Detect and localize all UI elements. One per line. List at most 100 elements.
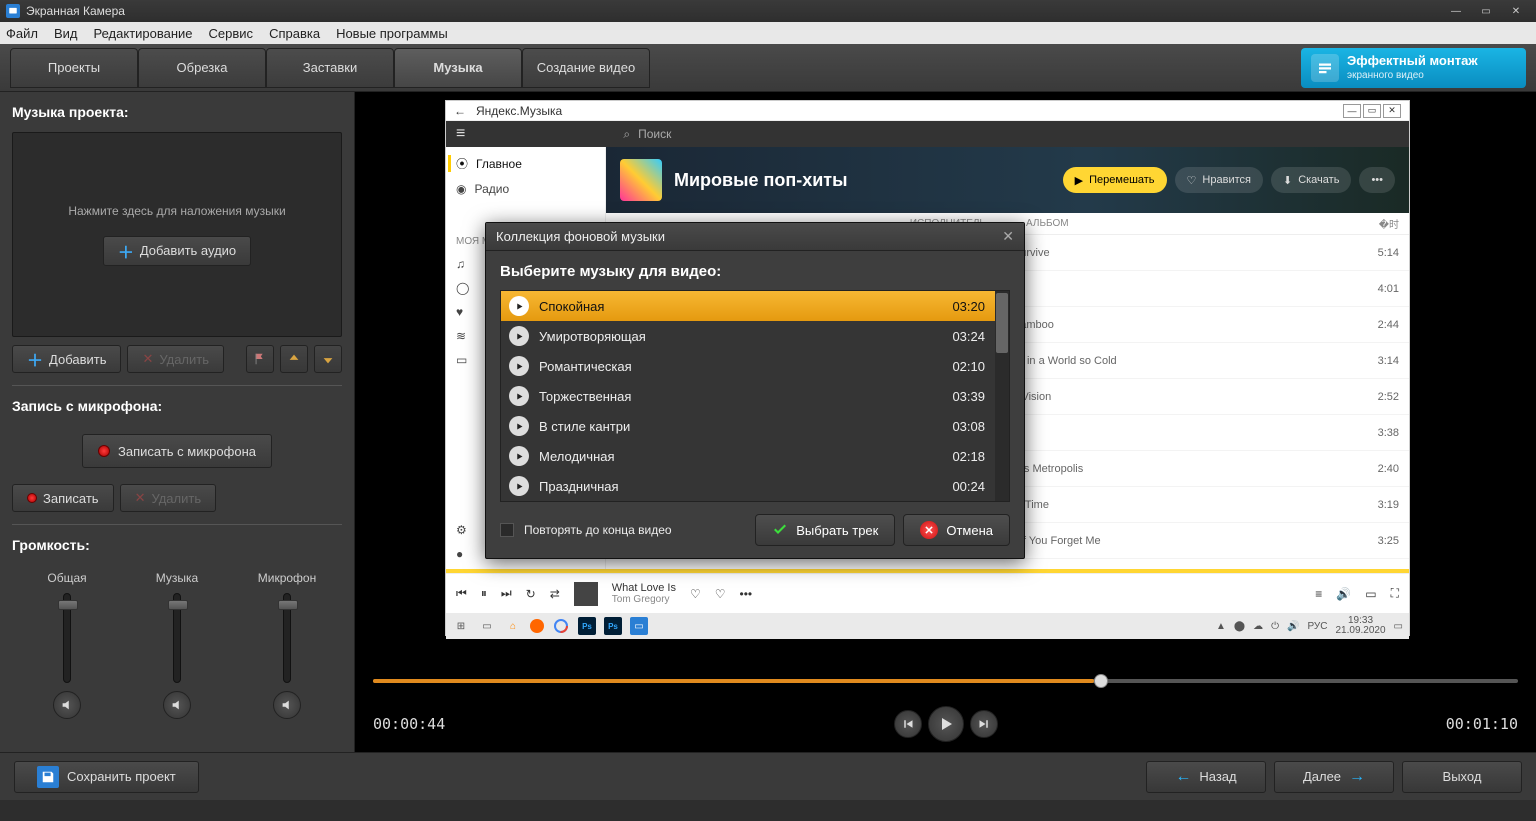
track-item[interactable]: Праздничная00:24	[501, 471, 1009, 501]
move-down-button[interactable]	[314, 345, 342, 373]
slider-mic[interactable]	[283, 593, 291, 683]
record-icon	[27, 493, 37, 503]
track-item[interactable]: Умиротворяющая03:24	[501, 321, 1009, 351]
add-button[interactable]: ＋Добавить	[12, 345, 121, 373]
window-title: Экранная Камера	[26, 4, 125, 18]
slider-label-music: Музыка	[156, 571, 198, 585]
menu-view[interactable]: Вид	[54, 26, 78, 41]
now-cover	[574, 582, 598, 606]
dialog-close-button[interactable]: ✕	[1002, 228, 1014, 245]
shuffle-pill: ▶ Перемешать	[1063, 167, 1167, 193]
timeline-thumb[interactable]	[1094, 674, 1108, 688]
menu-file[interactable]: Файл	[6, 26, 38, 41]
arrow-left-icon: ←	[1175, 768, 1191, 786]
playlist-title: Мировые поп-хиты	[674, 170, 848, 191]
next-button[interactable]	[970, 710, 998, 738]
menu-help[interactable]: Справка	[269, 26, 320, 41]
prev-icon: ⏮	[456, 586, 467, 601]
exit-button[interactable]: Выход	[1402, 761, 1522, 793]
music-dropzone[interactable]: Нажмите здесь для наложения музыки ＋ Доб…	[12, 132, 342, 337]
yx-close: ✕	[1383, 104, 1401, 118]
dropzone-hint: Нажмите здесь для наложения музыки	[68, 204, 285, 218]
play-icon[interactable]	[509, 326, 529, 346]
yx-min: —	[1343, 104, 1361, 118]
track-item[interactable]: В стиле кантри03:08	[501, 411, 1009, 441]
delete-recording-button[interactable]: ✕Удалить	[120, 484, 217, 512]
search-icon: ⌕	[623, 127, 630, 142]
dialog-title: Коллекция фоновой музыки	[496, 229, 665, 244]
download-pill: ⬇ Скачать	[1271, 167, 1351, 193]
track-item[interactable]: Романтическая02:10	[501, 351, 1009, 381]
tab-music[interactable]: Музыка	[394, 48, 522, 88]
cancel-button[interactable]: Отмена	[903, 514, 1010, 546]
yandex-app-title: Яндекс.Музыка	[476, 104, 562, 118]
play-icon[interactable]	[509, 386, 529, 406]
menu-edit[interactable]: Редактирование	[94, 26, 193, 41]
tab-intros[interactable]: Заставки	[266, 48, 394, 88]
select-track-button[interactable]: Выбрать трек	[755, 514, 895, 546]
track-item[interactable]: Спокойная03:20	[501, 291, 1009, 321]
maximize-button[interactable]: ▭	[1472, 3, 1500, 19]
promo-title: Эффектный монтаж	[1347, 54, 1478, 67]
music-collection-dialog: Коллекция фоновой музыки ✕ Выберите музык…	[485, 222, 1025, 559]
more-pill: •••	[1359, 167, 1395, 193]
save-icon	[37, 766, 59, 788]
track-item[interactable]: Мелодичная02:18	[501, 441, 1009, 471]
dialog-heading: Выберите музыку для видео:	[500, 263, 1010, 280]
play-icon[interactable]	[509, 476, 529, 496]
arrow-right-icon: →	[1349, 768, 1365, 786]
menu-service[interactable]: Сервис	[209, 26, 254, 41]
mute-master-button[interactable]	[53, 691, 81, 719]
slider-master[interactable]	[63, 593, 71, 683]
yx-nav-radio: ◉Радио	[456, 182, 595, 196]
time-current: 00:00:44	[373, 715, 445, 733]
record-button[interactable]: Записать	[12, 484, 114, 512]
now-artist: Tom Gregory	[612, 594, 676, 605]
play-icon[interactable]	[509, 356, 529, 376]
shuffle-icon: ⇄	[550, 587, 560, 601]
slider-music[interactable]	[173, 593, 181, 683]
tabstrip: Проекты Обрезка Заставки Музыка Создание…	[0, 44, 1536, 92]
tab-create-video[interactable]: Создание видео	[522, 48, 650, 88]
track-item[interactable]: Торжественная03:39	[501, 381, 1009, 411]
add-audio-button[interactable]: ＋ Добавить аудио	[103, 236, 251, 266]
promo-icon	[1311, 54, 1339, 82]
menu-new-programs[interactable]: Новые программы	[336, 26, 448, 41]
time-total: 00:01:10	[1446, 715, 1518, 733]
play-button[interactable]	[928, 706, 964, 742]
tray-date: 21.09.2020	[1335, 626, 1385, 636]
flag-icon-button[interactable]	[246, 345, 274, 373]
play-icon[interactable]	[509, 296, 529, 316]
playlist-cover	[620, 159, 662, 201]
plus-icon: ＋	[118, 239, 134, 263]
tab-projects[interactable]: Проекты	[10, 48, 138, 88]
back-icon: ←	[454, 104, 466, 118]
mute-music-button[interactable]	[163, 691, 191, 719]
repeat-checkbox[interactable]	[500, 523, 514, 537]
move-up-button[interactable]	[280, 345, 308, 373]
promo-sub: экранного видео	[1347, 70, 1424, 81]
mute-mic-button[interactable]	[273, 691, 301, 719]
prev-button[interactable]	[894, 710, 922, 738]
play-icon[interactable]	[509, 416, 529, 436]
back-button[interactable]: ←Назад	[1146, 761, 1266, 793]
main-area: ← Яндекс.Музыка —▭✕ ≡ ⌕ Поиск ⦿Главное ◉…	[355, 92, 1536, 752]
record-mic-button[interactable]: Записать с микрофона	[82, 434, 272, 468]
next-button[interactable]: Далее→	[1274, 761, 1394, 793]
timeline[interactable]	[355, 666, 1536, 696]
promo-banner[interactable]: Эффектный монтаж экранного видео	[1301, 48, 1526, 88]
play-icon[interactable]	[509, 446, 529, 466]
track-list[interactable]: Спокойная03:20Умиротворяющая03:24Романти…	[500, 290, 1010, 502]
save-project-button[interactable]: Сохранить проект	[14, 761, 199, 793]
search-placeholder: Поиск	[638, 127, 671, 141]
yx-max: ▭	[1363, 104, 1381, 118]
close-button[interactable]: ✕	[1502, 3, 1530, 19]
hamburger-icon: ≡	[456, 125, 465, 143]
delete-button[interactable]: ✕Удалить	[127, 345, 224, 373]
minimize-button[interactable]: —	[1442, 3, 1470, 19]
tab-trim[interactable]: Обрезка	[138, 48, 266, 88]
track-scrollbar[interactable]	[995, 291, 1009, 501]
now-title: What Love Is	[612, 582, 676, 594]
plus-icon: ＋	[27, 347, 43, 371]
footer: Сохранить проект ←Назад Далее→ Выход	[0, 752, 1536, 800]
